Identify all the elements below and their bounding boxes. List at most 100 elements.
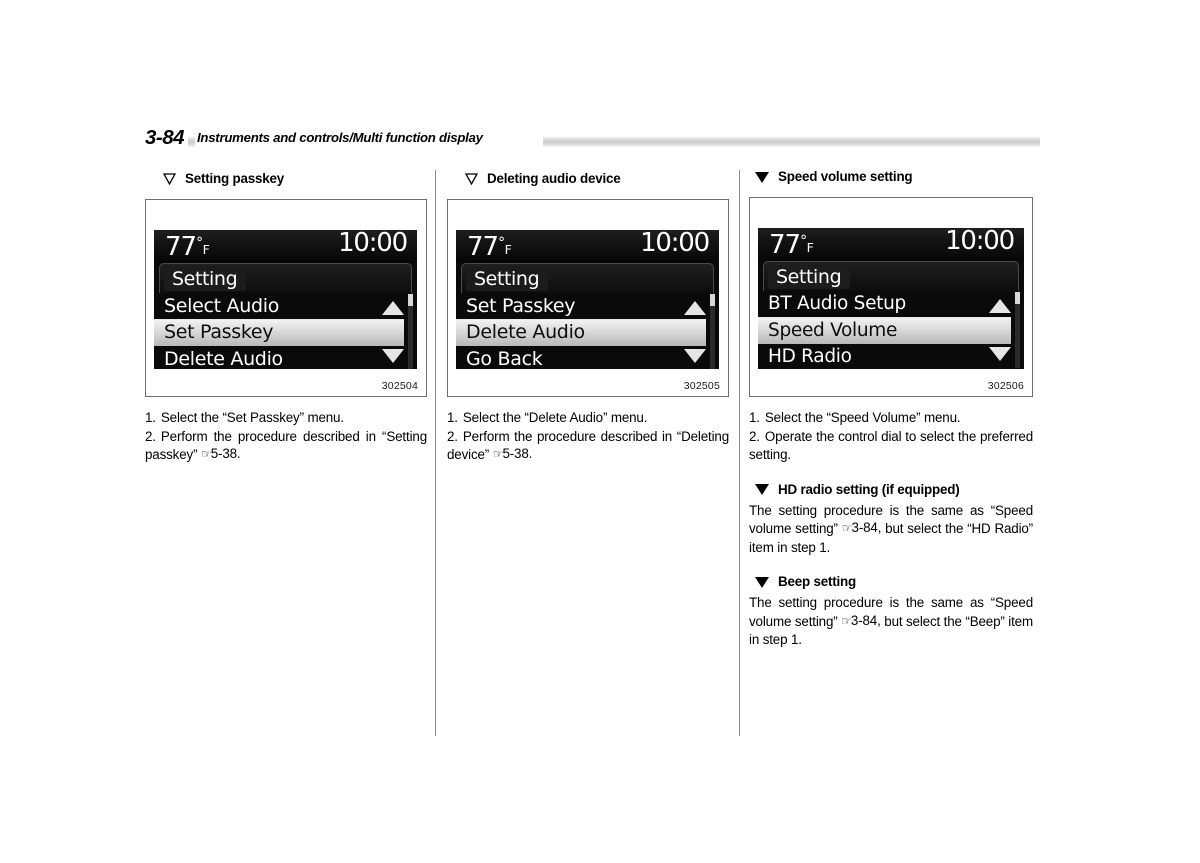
- temperature-unit: F: [504, 242, 512, 257]
- scroll-down-arrow-icon[interactable]: [989, 347, 1011, 361]
- scrollbar-thumb[interactable]: [408, 294, 413, 306]
- step-text: Select the “Speed Volume” menu.: [764, 410, 961, 425]
- figure-id: 302506: [987, 380, 1024, 392]
- step-item: 2. Perform the procedure described in “De…: [447, 428, 729, 465]
- step-text: Select the “Set Passkey” menu.: [160, 410, 344, 425]
- step-ref: 5-38.: [502, 446, 533, 461]
- section-heading-beep-setting: Beep setting: [749, 573, 1033, 590]
- lcd-menu-list: Set Passkey Delete Audio Go Back: [456, 293, 719, 369]
- lcd-display: 77°F 10:00 Setting Select Audio Set Pass…: [154, 230, 417, 369]
- figure-panel: 77°F 10:00 Setting Set Passkey Delete Au…: [447, 199, 729, 397]
- hand-reference-icon: ☞3-84,: [841, 612, 881, 628]
- section-heading-label: Deleting audio device: [487, 171, 621, 186]
- list-item-selected[interactable]: Set Passkey: [154, 319, 404, 346]
- lcd-status-bar: 77°F 10:00: [456, 230, 719, 263]
- step-item: 2. Operate the control dial to select the…: [749, 428, 1033, 465]
- subsection-hd-radio-setting: HD radio setting (if equipped) The setti…: [749, 481, 1033, 558]
- section-heading-hd-radio-setting: HD radio setting (if equipped): [749, 481, 1033, 498]
- step-number: 1.: [447, 410, 458, 425]
- triangle-solid-icon: [755, 171, 769, 183]
- lcd-temperature: 77°F: [467, 230, 512, 266]
- lcd-temperature: 77°F: [769, 228, 814, 264]
- steps-list: 1. Select the “Delete Audio” menu. 2. Perf…: [447, 409, 729, 465]
- lcd-title-bar: Setting: [763, 261, 1019, 291]
- hand-reference-icon: ☞5-38.: [492, 446, 533, 461]
- lcd-menu-list: BT Audio Setup Speed Volume HD Radio: [758, 291, 1024, 369]
- step-number: 2.: [145, 428, 156, 444]
- subsection-body: The setting procedure is the same as “Sp…: [749, 502, 1033, 558]
- column-speed-volume-setting: Speed volume setting 77°F 10:00 Setting …: [749, 168, 1033, 650]
- step-number: 2.: [749, 428, 760, 444]
- steps-list: 1. Select the “Speed Volume” menu. 2. Oper…: [749, 409, 1033, 465]
- scrollbar-track[interactable]: [710, 294, 715, 369]
- column-deleting-audio-device: Deleting audio device 77°F 10:00 Setting…: [447, 170, 729, 465]
- triangle-outline-icon: [163, 172, 176, 185]
- lcd-title-bar: Setting: [159, 263, 412, 293]
- scrollbar-thumb[interactable]: [710, 294, 715, 306]
- body-ref: 3-84,: [850, 612, 881, 628]
- step-text: Select the “Delete Audio” menu.: [462, 410, 648, 425]
- step-number: 1.: [145, 410, 156, 425]
- body-ref: 3-84,: [851, 520, 882, 535]
- scroll-down-arrow-icon[interactable]: [684, 349, 706, 363]
- scroll-up-arrow-icon[interactable]: [989, 299, 1011, 313]
- scrollbar-track[interactable]: [408, 294, 413, 369]
- list-item-selected[interactable]: Delete Audio: [456, 319, 706, 346]
- list-item[interactable]: Go Back: [456, 346, 719, 369]
- lcd-clock: 10:00: [338, 230, 408, 258]
- lcd-temperature-value: 77: [769, 230, 801, 260]
- step-text: Operate the control dial to select the p…: [749, 428, 1033, 463]
- list-item[interactable]: Select Audio: [154, 293, 417, 319]
- triangle-solid-icon: [755, 484, 769, 495]
- page-header: 3-84 Instruments and controls/Multi func…: [145, 126, 1040, 150]
- list-item[interactable]: BT Audio Setup: [758, 291, 1024, 317]
- section-heading-setting-passkey: Setting passkey: [145, 170, 427, 187]
- subsection-body: The setting procedure is the same as “Sp…: [749, 594, 1033, 650]
- lcd-clock: 10:00: [945, 228, 1015, 256]
- step-item: 1. Select the “Delete Audio” menu.: [447, 409, 729, 428]
- hand-reference-icon: ☞5-38.: [200, 446, 241, 461]
- step-text: Perform the procedure described in “Sett…: [145, 428, 427, 463]
- lcd-clock: 10:00: [640, 230, 710, 258]
- column-divider-2: [739, 170, 740, 736]
- triangle-outline-icon: [465, 172, 478, 185]
- temperature-unit: F: [202, 242, 210, 257]
- column-divider-1: [435, 170, 436, 736]
- scroll-down-arrow-icon[interactable]: [382, 349, 404, 363]
- step-ref: 5-38.: [210, 446, 241, 461]
- step-number: 2.: [447, 428, 458, 444]
- lcd-status-bar: 77°F 10:00: [154, 230, 417, 263]
- lcd-temperature-value: 77: [467, 232, 499, 262]
- lcd-title-bar: Setting: [461, 263, 714, 293]
- lcd-menu-title: Setting: [768, 265, 851, 289]
- step-number: 1.: [749, 410, 760, 425]
- scroll-up-arrow-icon[interactable]: [684, 301, 706, 315]
- lcd-display: 77°F 10:00 Setting BT Audio Setup Speed …: [758, 228, 1024, 369]
- section-heading-label: Setting passkey: [185, 171, 284, 186]
- figure-id: 302505: [683, 380, 720, 392]
- step-item: 2. Perform the procedure described in “Se…: [145, 428, 427, 465]
- step-item: 1. Select the “Set Passkey” menu.: [145, 409, 427, 428]
- step-item: 1. Select the “Speed Volume” menu.: [749, 409, 1033, 428]
- column-setting-passkey: Setting passkey 77°F 10:00 Setting Selec…: [145, 170, 427, 465]
- scrollbar-thumb[interactable]: [1015, 292, 1020, 304]
- lcd-display: 77°F 10:00 Setting Set Passkey Delete Au…: [456, 230, 719, 369]
- section-heading-label: HD radio setting (if equipped): [778, 481, 960, 497]
- lcd-menu-list: Select Audio Set Passkey Delete Audio: [154, 293, 417, 369]
- scroll-up-arrow-icon[interactable]: [382, 301, 404, 315]
- figure-panel: 77°F 10:00 Setting Select Audio Set Pass…: [145, 199, 427, 397]
- lcd-temperature: 77°F: [165, 230, 210, 266]
- scrollbar-track[interactable]: [1015, 292, 1020, 368]
- triangle-solid-icon: [755, 576, 769, 588]
- step-text: Perform the procedure described in “Dele…: [447, 428, 729, 463]
- lcd-menu-title: Setting: [466, 267, 549, 291]
- list-item[interactable]: Delete Audio: [154, 346, 417, 369]
- page-number: 3-84: [145, 126, 189, 150]
- list-item[interactable]: Set Passkey: [456, 293, 719, 319]
- section-heading-label: Beep setting: [778, 574, 856, 589]
- section-heading-speed-volume-setting: Speed volume setting: [749, 168, 1033, 185]
- hand-reference-icon: ☞3-84,: [841, 520, 882, 535]
- list-item-selected[interactable]: Speed Volume: [758, 317, 1011, 344]
- list-item[interactable]: HD Radio: [758, 344, 1024, 369]
- figure-id: 302504: [381, 380, 418, 392]
